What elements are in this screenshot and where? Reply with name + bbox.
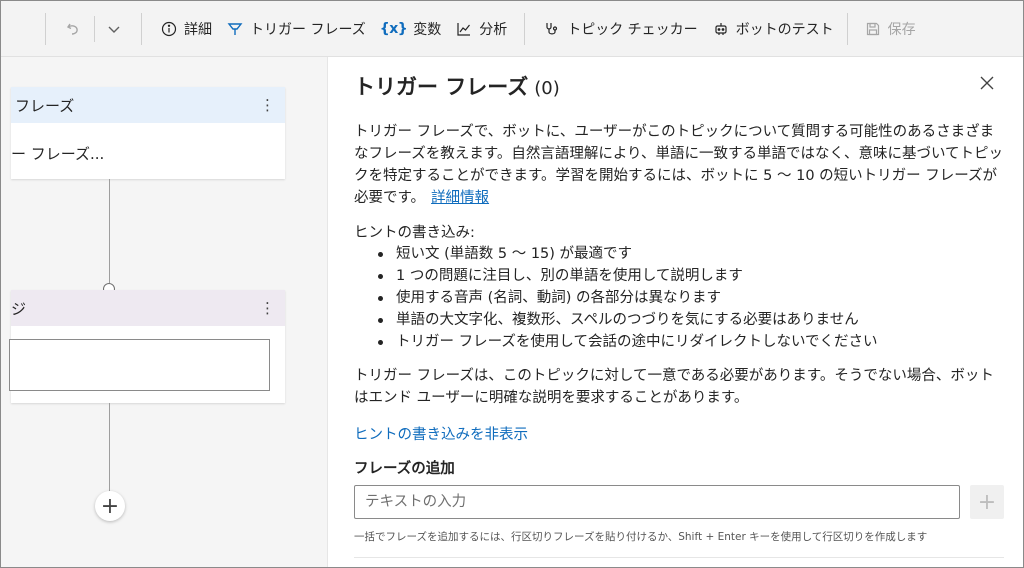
list-item: トリガー フレーズを使用して会話の途中にリダイレクトしないでください	[376, 331, 996, 353]
phrase-count: (0)	[534, 78, 560, 99]
toolbar: 詳細 トリガー フレーズ {x} 変数 分析 トピック チェッカー ボットのテス…	[1, 1, 1023, 57]
message-node-header: ジ ⋮	[11, 290, 285, 326]
bot-icon	[712, 20, 730, 38]
list-item: 1 つの問題に注目し、別の単語を使用して説明します	[376, 265, 996, 287]
chevron-down-icon	[105, 20, 123, 38]
info-icon	[160, 20, 178, 38]
close-icon	[980, 75, 994, 94]
authoring-canvas[interactable]: フレーズ ⋮ ー フレーズ... ジ ⋮ +	[1, 57, 327, 567]
list-item: 使用する音声 (名詞、動詞) の各部分は異なります	[376, 287, 996, 309]
stethoscope-icon	[543, 20, 561, 38]
more-options-icon[interactable]: ⋮	[260, 299, 275, 317]
hints-title: ヒントの書き込み:	[354, 225, 475, 241]
analytics-button[interactable]: 分析	[448, 1, 514, 57]
divider	[354, 557, 1004, 558]
trigger-phrases-label: トリガー フレーズ	[250, 21, 366, 38]
learn-more-link[interactable]: 詳細情報	[431, 190, 489, 206]
panel-description: トリガー フレーズで、ボットに、ユーザーがこのトピックについて質問する可能性のあ…	[354, 121, 1004, 209]
trigger-phrases-button[interactable]: トリガー フレーズ	[219, 1, 373, 57]
test-bot-button[interactable]: ボットのテスト	[705, 1, 841, 57]
phrase-input[interactable]	[354, 485, 960, 519]
trigger-phrases-panel: トリガー フレーズ (0) トリガー フレーズで、ボットに、ユーザーがこのトピッ…	[327, 57, 1023, 567]
details-label: 詳細	[184, 21, 212, 38]
chart-icon	[455, 20, 473, 38]
trigger-node-summary: ー フレーズ...	[11, 145, 105, 163]
trigger-node-header: フレーズ ⋮	[11, 87, 285, 123]
save-icon	[864, 20, 882, 38]
topic-checker-button[interactable]: トピック チェッカー	[525, 1, 704, 57]
topic-checker-label: トピック チェッカー	[567, 21, 698, 38]
connector-line	[109, 179, 110, 283]
variables-label: 変数	[413, 21, 442, 38]
hints-list: 短い文 (単語数 5 ～ 15) が最適です 1 つの問題に注目し、別の単語を使…	[376, 243, 996, 353]
test-bot-label: ボットのテスト	[735, 21, 834, 38]
close-button[interactable]	[976, 73, 998, 95]
hide-hints-link[interactable]: ヒントの書き込みを非表示	[354, 423, 528, 444]
trigger-node[interactable]: フレーズ ⋮ ー フレーズ...	[11, 87, 285, 179]
trigger-icon	[226, 20, 244, 38]
list-item: 短い文 (単語数 5 ～ 15) が最適です	[376, 243, 996, 265]
panel-title: トリガー フレーズ (0)	[354, 71, 560, 101]
connector-line	[109, 403, 110, 491]
add-phrase-button[interactable]: +	[970, 485, 1004, 519]
more-options-icon[interactable]: ⋮	[260, 96, 275, 114]
panel-title-text: トリガー フレーズ	[354, 75, 529, 99]
variables-icon: {x}	[379, 20, 408, 37]
message-text-box[interactable]	[9, 339, 270, 391]
save-label: 保存	[887, 21, 916, 38]
add-node-button[interactable]: +	[95, 491, 125, 521]
undo-dropdown-button[interactable]	[95, 1, 141, 57]
message-node-title: ジ	[11, 299, 27, 318]
undo-button[interactable]	[46, 1, 94, 57]
trigger-node-title: フレーズ	[15, 96, 75, 115]
analytics-label: 分析	[479, 21, 508, 38]
save-button[interactable]: 保存	[848, 1, 923, 57]
uniqueness-note: トリガー フレーズは、このトピックに対して一意である必要があります。そうでない場…	[354, 368, 994, 406]
undo-icon	[64, 20, 82, 38]
message-node[interactable]: ジ ⋮	[9, 290, 285, 403]
variables-button[interactable]: {x} 変数	[373, 1, 448, 57]
bulk-add-help-text: 一括でフレーズを追加するには、行区切りフレーズを貼り付けるか、Shift + E…	[354, 531, 928, 543]
list-item: 単語の大文字化、複数形、スペルのつづりを気にする必要はありません	[376, 309, 996, 331]
add-phrases-label: フレーズの追加	[354, 461, 455, 477]
details-button[interactable]: 詳細	[142, 1, 219, 57]
